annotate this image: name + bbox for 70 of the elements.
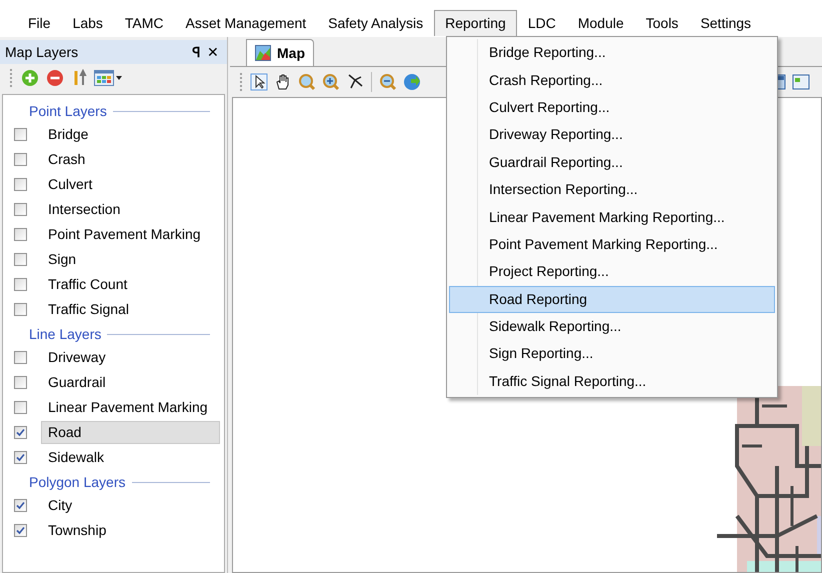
- checkbox[interactable]: [14, 524, 27, 537]
- menu-item[interactable]: Safety Analysis: [317, 10, 434, 36]
- checkbox[interactable]: [14, 203, 27, 216]
- menu-entry[interactable]: Road Reporting: [449, 286, 775, 313]
- group-heading: Line Layers: [29, 324, 102, 344]
- checkbox[interactable]: [14, 278, 27, 291]
- menu-item[interactable]: Tools: [634, 10, 690, 36]
- layer-item[interactable]: Road: [41, 421, 220, 444]
- menu-item[interactable]: Module: [566, 10, 635, 36]
- layer-item[interactable]: Driveway: [41, 346, 220, 369]
- zoom-out-icon[interactable]: [377, 71, 399, 93]
- globe-icon[interactable]: [401, 71, 423, 93]
- menu-entry[interactable]: Point Pavement Marking Reporting...: [449, 230, 775, 258]
- menu-item[interactable]: TAMC: [114, 10, 175, 36]
- menu-entry[interactable]: Crash Reporting...: [449, 66, 775, 94]
- table-icon[interactable]: [94, 70, 114, 86]
- layer-item[interactable]: Township: [41, 519, 220, 542]
- menu-item[interactable]: File: [17, 10, 62, 36]
- checkbox[interactable]: [14, 253, 27, 266]
- map-icon: [255, 45, 271, 61]
- menu-entry[interactable]: Project Reporting...: [449, 258, 775, 286]
- layer-item[interactable]: City: [41, 494, 220, 517]
- layer-item[interactable]: Linear Pavement Marking: [41, 396, 220, 419]
- layer-item[interactable]: Point Pavement Marking: [41, 223, 220, 246]
- checkbox[interactable]: [14, 153, 27, 166]
- layer-item[interactable]: Sign: [41, 248, 220, 271]
- layer-item[interactable]: Traffic Signal: [41, 298, 220, 321]
- checkbox[interactable]: [14, 128, 27, 141]
- group-heading: Point Layers: [29, 102, 107, 121]
- menu-item[interactable]: Asset Management: [174, 10, 318, 36]
- layer-item[interactable]: Bridge: [41, 123, 220, 146]
- pin-button[interactable]: ꟼ: [188, 42, 204, 62]
- menu-entry[interactable]: Traffic Signal Reporting...: [449, 368, 775, 396]
- select-icon[interactable]: [248, 71, 270, 93]
- layer-item[interactable]: Guardrail: [41, 371, 220, 394]
- panel-title: Map Layers: [5, 42, 80, 62]
- layer-item[interactable]: Intersection: [41, 198, 220, 221]
- menu-entry[interactable]: Culvert Reporting...: [449, 94, 775, 122]
- menu-entry[interactable]: Bridge Reporting...: [449, 39, 775, 66]
- checkbox[interactable]: [14, 178, 27, 191]
- checkbox[interactable]: [14, 451, 27, 464]
- checkbox[interactable]: [14, 228, 27, 241]
- zoom-in-icon[interactable]: [320, 71, 342, 93]
- caret-icon[interactable]: [116, 76, 122, 80]
- checkbox[interactable]: [14, 303, 27, 316]
- remove-icon[interactable]: [44, 67, 66, 89]
- menu-item[interactable]: Reporting: [434, 10, 517, 36]
- layer-item[interactable]: Crash: [41, 148, 220, 171]
- menu-entry[interactable]: Guardrail Reporting...: [449, 148, 775, 176]
- menu-entry[interactable]: Linear Pavement Marking Reporting...: [449, 203, 775, 231]
- map-tab[interactable]: Map: [246, 39, 314, 66]
- checkbox[interactable]: [14, 351, 27, 364]
- layout-dropdown[interactable]: [94, 70, 122, 86]
- menu-item[interactable]: Labs: [62, 10, 114, 36]
- add-icon[interactable]: [19, 67, 41, 89]
- layer-item[interactable]: Sidewalk: [41, 446, 220, 469]
- checkbox[interactable]: [14, 426, 27, 439]
- menu-entry[interactable]: Intersection Reporting...: [449, 176, 775, 204]
- layer-item[interactable]: Culvert: [41, 173, 220, 196]
- group-heading: Polygon Layers: [29, 472, 126, 492]
- checkbox[interactable]: [14, 376, 27, 389]
- layer-item[interactable]: Traffic Count: [41, 273, 220, 296]
- menu-item[interactable]: Settings: [689, 10, 762, 36]
- menu-entry[interactable]: Driveway Reporting...: [449, 121, 775, 149]
- close-button[interactable]: ✕: [204, 42, 222, 62]
- menu-entry[interactable]: Sidewalk Reporting...: [449, 312, 775, 340]
- menu-item[interactable]: LDC: [516, 10, 567, 36]
- menu-entry[interactable]: Sign Reporting...: [449, 340, 775, 368]
- checkbox[interactable]: [14, 499, 27, 512]
- checkbox[interactable]: [14, 401, 27, 414]
